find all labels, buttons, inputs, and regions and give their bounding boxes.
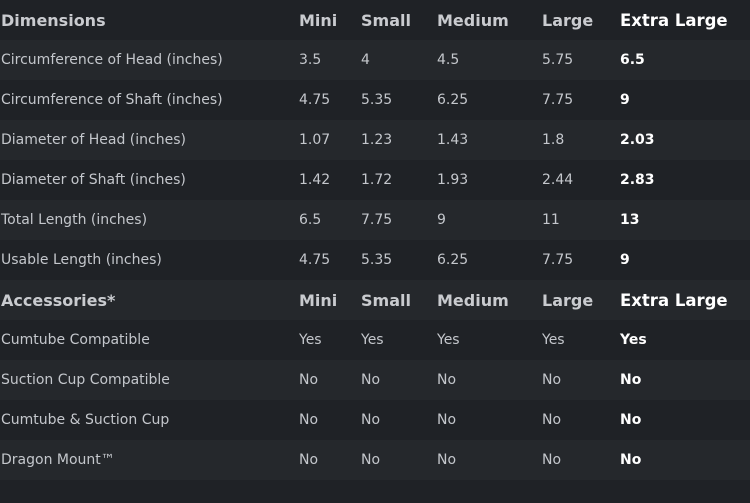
table-cell: No	[542, 452, 562, 468]
table-cell: No	[299, 412, 319, 428]
table-row: Suction Cup Compatible No No No No No	[0, 360, 750, 400]
table-cell: 1.8	[542, 132, 565, 148]
table-cell: 1.93	[437, 172, 469, 188]
table-cell: 5.35	[361, 92, 393, 108]
table-cell: 7.75	[542, 92, 574, 108]
column-header: Small	[361, 290, 411, 310]
table-row: Diameter of Shaft (inches) 1.42 1.72 1.93 2.…	[0, 160, 750, 200]
table-cell: No	[620, 372, 642, 388]
row-label: Circumference of Head (inches)	[1, 52, 223, 68]
table-cell: No	[361, 452, 381, 468]
table-cell: 4.5	[437, 52, 460, 68]
table-cell: 7.75	[542, 252, 574, 268]
row-label: Circumference of Shaft (inches)	[1, 92, 223, 108]
column-header: Extra Large	[620, 10, 728, 30]
column-header: Small	[361, 10, 411, 30]
table-row: Circumference of Head (inches) 3.5 4 4.5 5.7…	[0, 40, 750, 80]
row-label: Dragon Mount™	[1, 452, 115, 468]
table-cell: 3.5	[299, 52, 322, 68]
column-header: Extra Large	[620, 290, 728, 310]
table-cell: No	[542, 372, 562, 388]
table-cell: No	[361, 372, 381, 388]
table-cell: 1.23	[361, 132, 393, 148]
table-cell: No	[620, 452, 642, 468]
table-cell: 9	[620, 92, 630, 108]
size-chart-body: Dimensions Mini Small Medium Large Extra Larg…	[0, 0, 750, 480]
table-cell: 13	[620, 212, 640, 228]
table-row: Total Length (inches) 6.5 7.75 9 11 13	[0, 200, 750, 240]
table-cell: 4	[361, 52, 370, 68]
table-cell: 5.75	[542, 52, 574, 68]
table-cell: No	[542, 412, 562, 428]
table-row: Cumtube & Suction Cup No No No No No	[0, 400, 750, 440]
table-cell: No	[620, 412, 642, 428]
table-cell: 6.25	[437, 252, 469, 268]
table-row: Diameter of Head (inches) 1.07 1.23 1.43 1.8…	[0, 120, 750, 160]
dimensions-header-row: Dimensions Mini Small Medium Large Extra Larg…	[0, 0, 750, 40]
column-header: Large	[542, 290, 594, 310]
table-cell: No	[437, 452, 457, 468]
table-cell: 1.42	[299, 172, 331, 188]
table-cell: 4.75	[299, 252, 331, 268]
table-cell: Yes	[299, 332, 322, 348]
table-cell: No	[299, 372, 319, 388]
table-cell: 5.35	[361, 252, 393, 268]
row-label: Total Length (inches)	[1, 212, 148, 228]
column-header: Mini	[299, 10, 338, 30]
column-header: Accessories*	[1, 290, 116, 310]
row-label: Usable Length (inches)	[1, 252, 162, 268]
table-cell: Yes	[437, 332, 460, 348]
table-cell: 7.75	[361, 212, 393, 228]
row-label: Cumtube & Suction Cup	[1, 412, 170, 428]
table-cell: No	[299, 452, 319, 468]
table-row: Cumtube Compatible Yes Yes Yes Yes Yes	[0, 320, 750, 360]
table-row: Usable Length (inches) 4.75 5.35 6.25 7.75 9	[0, 240, 750, 280]
table-cell: 1.43	[437, 132, 469, 148]
table-cell: 2.44	[542, 172, 574, 188]
table-cell: 1.07	[299, 132, 331, 148]
table-cell: Yes	[361, 332, 384, 348]
table-cell: No	[361, 412, 381, 428]
row-label: Diameter of Shaft (inches)	[1, 172, 186, 188]
table-cell: Yes	[620, 332, 647, 348]
table-cell: No	[437, 372, 457, 388]
column-header: Medium	[437, 10, 509, 30]
table-cell: 11	[542, 212, 560, 228]
row-label: Diameter of Head (inches)	[1, 132, 186, 148]
table-cell: 4.75	[299, 92, 331, 108]
column-header: Medium	[437, 290, 509, 310]
table-cell: 2.03	[620, 132, 655, 148]
table-cell: 6.5	[620, 52, 645, 68]
table-cell: 9	[620, 252, 630, 268]
row-label: Cumtube Compatible	[1, 332, 150, 348]
table-row: Circumference of Shaft (inches) 4.75 5.35 6…	[0, 80, 750, 120]
size-chart-table: Dimensions Mini Small Medium Large Extra Larg…	[0, 0, 750, 480]
row-label: Suction Cup Compatible	[1, 372, 170, 388]
table-cell: 1.72	[361, 172, 393, 188]
table-cell: No	[437, 412, 457, 428]
table-cell: 9	[437, 212, 446, 228]
table-row: Dragon Mount™ No No No No No	[0, 440, 750, 480]
column-header: Dimensions	[1, 10, 106, 30]
column-header: Large	[542, 10, 594, 30]
column-header: Mini	[299, 290, 338, 310]
table-cell: Yes	[542, 332, 565, 348]
accessories-header-row: Accessories* Mini Small Medium Large Extra La…	[0, 280, 750, 320]
table-cell: 6.25	[437, 92, 469, 108]
table-cell: 6.5	[299, 212, 322, 228]
table-cell: 2.83	[620, 172, 655, 188]
